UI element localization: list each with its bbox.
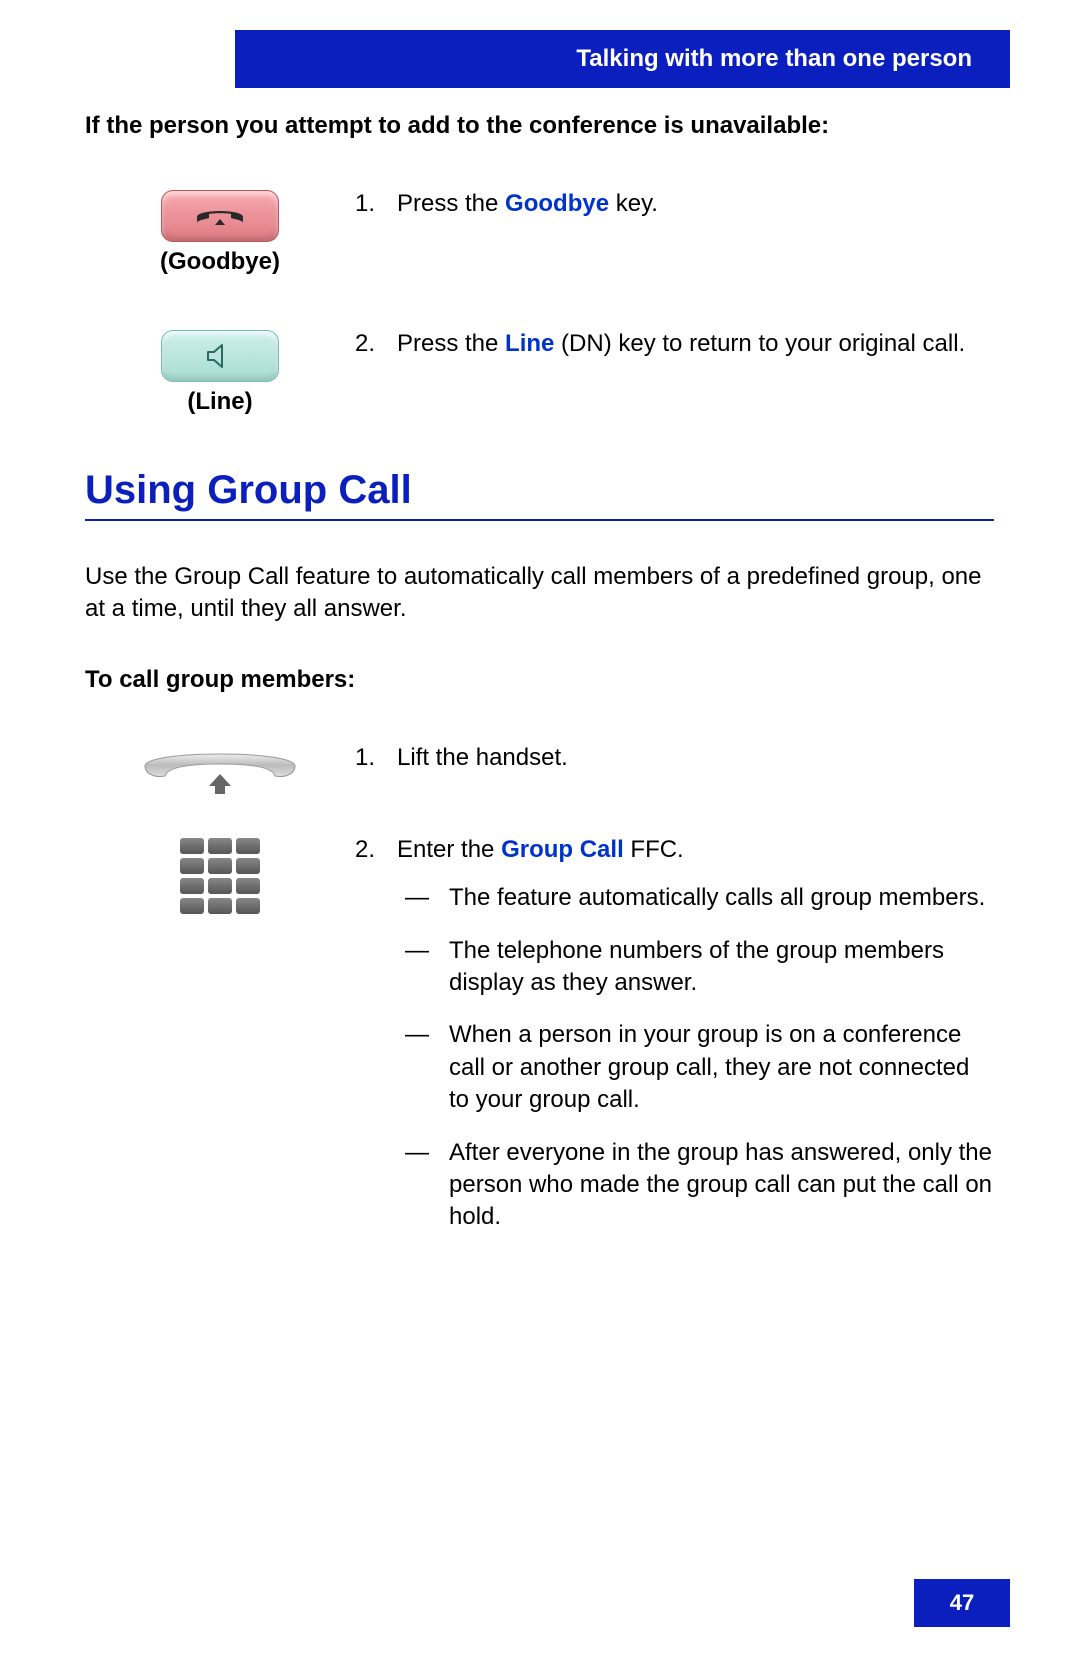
scenario-heading: If the person you attempt to add to the … (85, 112, 994, 140)
to-call-group-heading: To call group members: (85, 666, 994, 694)
handset-icon-col (85, 742, 355, 800)
step-text: 2. Press the Line (DN) key to return to … (355, 328, 994, 360)
step-instruction: Lift the handset. (397, 742, 568, 774)
gstep-lift-handset: 1. Lift the handset. (85, 742, 994, 800)
page-number: 47 (914, 1579, 1010, 1627)
note-item: The telephone numbers of the group membe… (449, 935, 994, 1000)
hangup-icon (191, 201, 249, 231)
step-text: 2. Enter the Group Call FFC. —The featur… (355, 834, 994, 1254)
keypad-icon-col (85, 834, 355, 914)
line-key-col: (Line) (85, 328, 355, 416)
gstep-enter-ffc: 2. Enter the Group Call FFC. —The featur… (85, 834, 994, 1254)
step-line: (Line) 2. Press the Line (DN) key to ret… (85, 328, 994, 416)
step-instruction: Press the Goodbye key. (397, 188, 658, 220)
speaker-icon (204, 341, 236, 371)
header-title: Talking with more than one person (576, 45, 972, 73)
step-number: 2. (355, 328, 397, 360)
step-instruction: Enter the Group Call FFC. (397, 836, 684, 863)
note-item: When a person in your group is on a conf… (449, 1019, 994, 1116)
keypad-icon (180, 838, 260, 914)
step-text: 1. Lift the handset. (355, 742, 994, 774)
line-link: Line (505, 330, 554, 357)
group-call-notes: —The feature automatically calls all gro… (397, 882, 994, 1234)
page-content: If the person you attempt to add to the … (85, 112, 994, 1254)
group-call-intro: Use the Group Call feature to automatica… (85, 561, 994, 626)
line-key-label: (Line) (187, 388, 252, 416)
step-number: 1. (355, 188, 397, 220)
note-item: The feature automatically calls all grou… (449, 882, 985, 914)
lift-handset-icon (135, 744, 305, 800)
step-text: 1. Press the Goodbye key. (355, 188, 994, 220)
note-item: After everyone in the group has answered… (449, 1137, 994, 1234)
header-banner: Talking with more than one person (235, 30, 1010, 88)
goodbye-link: Goodbye (505, 190, 609, 217)
goodbye-key-icon (161, 190, 279, 242)
line-key-icon (161, 330, 279, 382)
goodbye-key-col: (Goodbye) (85, 188, 355, 276)
goodbye-key-label: (Goodbye) (160, 248, 280, 276)
section-using-group-call: Using Group Call (85, 468, 994, 521)
group-call-link: Group Call (501, 836, 624, 863)
step-instruction: Press the Line (DN) key to return to you… (397, 328, 965, 360)
step-goodbye: (Goodbye) 1. Press the Goodbye key. (85, 188, 994, 276)
step-number: 2. (355, 834, 397, 866)
step-number: 1. (355, 742, 397, 774)
